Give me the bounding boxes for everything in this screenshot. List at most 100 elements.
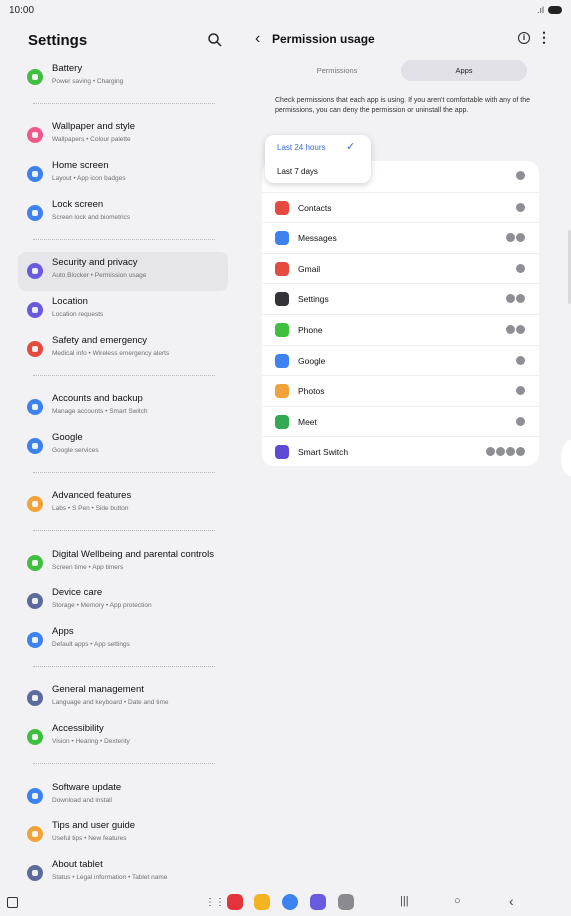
location-icon [27, 302, 43, 318]
sidebar-item-accessibility[interactable]: Accessibility Vision • Hearing • Dexterit… [18, 718, 228, 757]
group-separator [33, 238, 215, 240]
app-name: Gmail [298, 263, 321, 274]
dock-camera-icon[interactable] [338, 894, 354, 910]
recents-button-icon[interactable]: ||| [400, 895, 409, 907]
sidebar-item-title: General management [52, 684, 144, 696]
permission-icon [506, 325, 515, 334]
sidebar-item-digital-wellbeing-and-parental-controls[interactable]: Digital Wellbeing and parental controls S… [18, 544, 228, 583]
permission-icon [506, 294, 515, 304]
sidebar-item-subtitle: Storage • Memory • App protection [52, 602, 152, 610]
permission-icon [516, 202, 525, 212]
permission-icon [516, 447, 525, 457]
sidebar-item-safety-and-emergency[interactable]: Safety and emergency Medical info • Wirel… [18, 330, 228, 369]
gmail-app-icon [275, 261, 289, 276]
period-dropdown[interactable]: Last 24 hours ✓ Last 7 days [265, 135, 371, 183]
sidebar-item-software-update[interactable]: Software update Download and install [18, 777, 228, 816]
sidebar-item-subtitle: Auto Blocker • Permission usage [52, 272, 147, 280]
sidebar-item-location[interactable]: Location Location requests [18, 291, 228, 330]
permission-icons [516, 355, 525, 365]
sidebar-item-wallpaper-and-style[interactable]: Wallpaper and style Wallpapers • Colour p… [18, 116, 228, 155]
app-row[interactable]: Meet [262, 405, 539, 437]
status-bar: 10:00 .ıl [0, 0, 571, 20]
permission-icons [506, 294, 525, 304]
sidebar-item-subtitle: Power saving • Charging [52, 78, 124, 85]
description-text: Check permissions that each app is using… [275, 97, 531, 114]
app-row[interactable]: Gmail [262, 252, 539, 284]
permission-icons [516, 416, 525, 426]
advanced-features-icon [27, 496, 43, 513]
google-icon [27, 437, 43, 454]
sidebar-item-subtitle: Screen time • App timers [52, 563, 124, 571]
sidebar-item-title: Digital Wellbeing and parental controls [52, 548, 214, 560]
sidebar-item-accounts-and-backup[interactable]: Accounts and backup Manage accounts • Sma… [18, 388, 228, 427]
sidebar-item-advanced-features[interactable]: Advanced features Labs • S Pen • Side but… [18, 485, 228, 524]
search-icon[interactable] [207, 32, 223, 48]
sidebar-item-subtitle: Google services [52, 446, 99, 454]
info-icon[interactable]: i [518, 32, 530, 44]
group-separator [33, 665, 215, 667]
app-row[interactable]: Settings [262, 283, 539, 314]
sidebar-item-device-care[interactable]: Device care Storage • Memory • App protec… [18, 582, 228, 621]
dock-internet-icon[interactable] [310, 894, 326, 910]
sidebar-item-subtitle: Labs • S Pen • Side button [52, 505, 129, 513]
sidebar-item-title: Battery [52, 63, 83, 74]
about-tablet-icon [27, 865, 43, 882]
app-row[interactable]: Phone [262, 314, 539, 345]
sidebar-item-title: Accounts and backup [52, 393, 143, 405]
lock-screen-icon [27, 204, 43, 221]
tab-permissions[interactable]: Permissions [273, 60, 401, 81]
keyboard-toggle-icon[interactable] [7, 897, 18, 908]
permission-icon [516, 294, 525, 304]
option-last-24-hours[interactable]: Last 24 hours [277, 143, 325, 152]
sidebar-item-tips-and-user-guide[interactable]: Tips and user guide Useful tips • New fea… [18, 815, 228, 854]
sidebar-item-general-management[interactable]: General management Language and keyboard … [18, 679, 228, 718]
meet-app-icon [275, 414, 289, 429]
sidebar-item-lock-screen[interactable]: Lock screen Screen lock and biometrics [18, 194, 228, 233]
permission-icon [516, 233, 525, 243]
checkmark-icon: ✓ [346, 141, 356, 153]
permission-icon [516, 416, 525, 426]
app-row[interactable]: Photos [262, 375, 539, 406]
app-row[interactable]: Smart Switch [262, 436, 539, 467]
software-update-icon [27, 787, 43, 804]
dock-my-files-icon[interactable] [254, 894, 270, 910]
phone-app-icon [275, 323, 289, 337]
digital-wellbeing-and-parental-controls-icon [27, 554, 43, 571]
security-and-privacy-icon [27, 263, 43, 280]
sidebar-item-subtitle: Location requests [52, 311, 104, 318]
group-separator [33, 763, 215, 764]
settings-pane: Settings Battery Power saving • Charging W… [0, 20, 245, 888]
permission-icons [516, 263, 525, 273]
back-button-icon[interactable]: ‹ [509, 893, 514, 909]
sidebar-item-apps[interactable]: Apps Default apps • App settings [18, 621, 228, 660]
sidebar-item-title: Accessibility [52, 723, 104, 735]
photos-app-icon [275, 384, 289, 399]
option-last-7-days[interactable]: Last 7 days [277, 167, 318, 176]
permission-icon [516, 171, 525, 180]
app-row[interactable]: Google [262, 344, 539, 376]
tab-apps[interactable]: Apps [401, 60, 527, 81]
permission-icons [506, 325, 525, 334]
sidebar-item-title: About tablet [52, 859, 103, 871]
home-screen-icon [27, 166, 43, 183]
more-options-icon[interactable]: ⋮ [537, 29, 551, 46]
back-arrow-icon[interactable]: ‹ [255, 30, 260, 48]
group-separator [33, 530, 215, 531]
sidebar-item-home-screen[interactable]: Home screen Layout • App icon badges [18, 155, 228, 194]
sidebar-item-google[interactable]: Google Google services [18, 427, 228, 466]
smart-switch-app-icon [275, 445, 289, 460]
permission-icons [506, 233, 525, 243]
dock-app-red-icon[interactable] [227, 894, 243, 910]
group-separator [33, 471, 215, 473]
app-row[interactable]: Contacts [262, 191, 539, 223]
sidebar-item-battery[interactable]: Battery Power saving • Charging [18, 58, 228, 97]
settings-title: Settings [28, 32, 88, 49]
dock-messages-icon[interactable] [282, 894, 298, 910]
sidebar-item-title: Wallpaper and style [52, 121, 136, 133]
home-button-icon[interactable]: ○ [454, 895, 461, 907]
sidebar-item-security-and-privacy[interactable]: Security and privacy Auto Blocker • Permi… [18, 252, 228, 292]
group-separator [33, 374, 215, 376]
app-row[interactable]: Messages [262, 222, 539, 253]
accessibility-icon [27, 729, 43, 746]
tips-and-user-guide-icon [27, 826, 43, 843]
